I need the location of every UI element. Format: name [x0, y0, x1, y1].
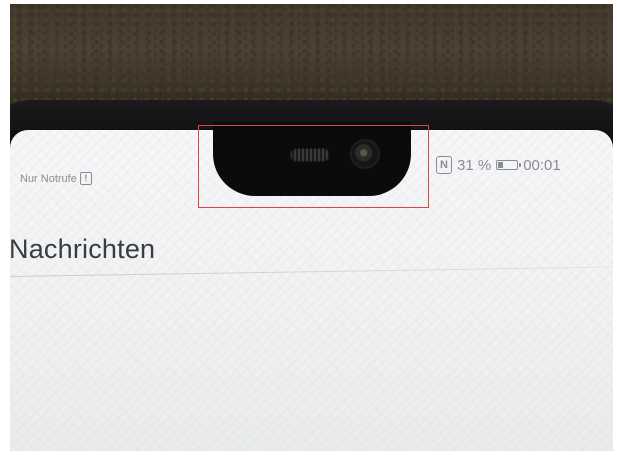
nfc-icon: N — [436, 156, 452, 174]
page-title: Nachrichten — [9, 234, 156, 264]
status-bar-left: Nur Notrufe ! — [20, 172, 92, 185]
photo — [10, 4, 613, 451]
battery-percentage: 31 % — [457, 156, 492, 174]
clock: 00:01 — [523, 156, 561, 174]
battery-fill-level — [498, 162, 504, 168]
battery-icon — [496, 160, 522, 170]
status-bar-right: N 31 % 00:01 — [436, 156, 561, 174]
notch-highlight-box — [198, 125, 429, 208]
alert-icon: ! — [79, 172, 92, 185]
emergency-only-label: Nur Notrufe — [20, 172, 77, 185]
